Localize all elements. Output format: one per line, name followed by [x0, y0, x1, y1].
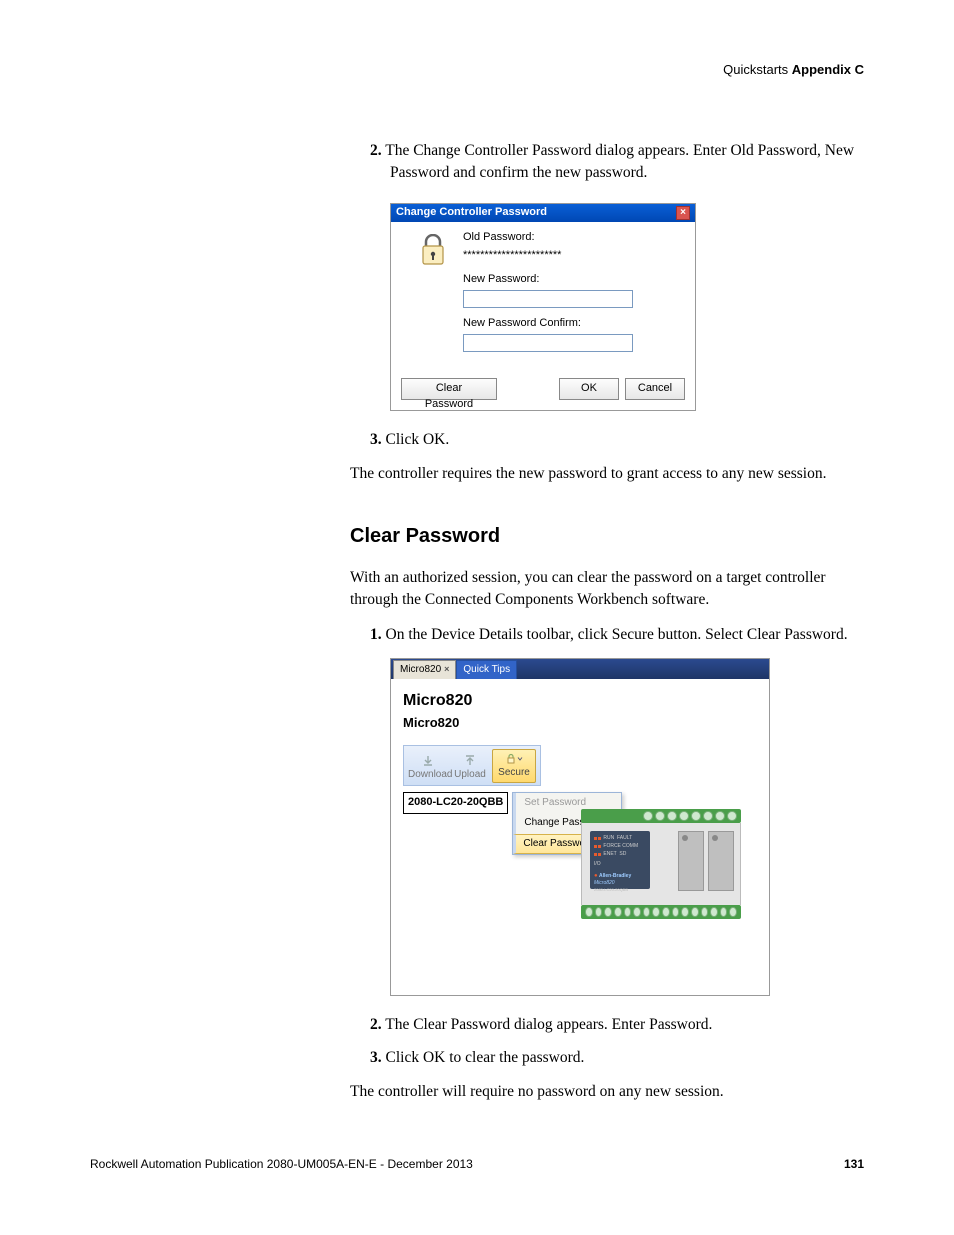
dialog-titlebar: Change Controller Password × — [391, 204, 695, 222]
device-top-terminals — [581, 809, 741, 823]
step-b-1: 1. On the Device Details toolbar, click … — [370, 624, 870, 646]
lock-icon-column — [403, 230, 463, 360]
heading-clear-password: Clear Password — [350, 522, 870, 551]
app-titles: Micro820 Micro820 — [403, 689, 757, 733]
expansion-slot-1 — [678, 831, 704, 891]
tab-label: Micro820 — [400, 663, 441, 678]
old-password-label: Old Password: — [463, 230, 683, 246]
device-subtitle: Micro820 — [403, 714, 757, 733]
step-text: The Change Controller Password dialog ap… — [385, 142, 854, 181]
upload-label: Upload — [454, 769, 486, 780]
step-a-2: 2. The Change Controller Password dialog… — [370, 140, 870, 185]
appendix-name: Appendix C — [792, 62, 864, 77]
secure-label: Secure — [498, 766, 530, 781]
download-icon — [408, 754, 448, 768]
steps-list-b: 1. On the Device Details toolbar, click … — [350, 624, 870, 646]
step-marker: 2. — [370, 142, 382, 159]
main-content: 2. The Change Controller Password dialog… — [350, 140, 870, 1116]
steps-list-b-cont: 2. The Clear Password dialog appears. En… — [350, 1014, 870, 1069]
ok-button[interactable]: OK — [559, 378, 619, 400]
step-text: The Clear Password dialog appears. Enter… — [385, 1016, 712, 1033]
tab-quick-tips[interactable]: Quick Tips — [456, 660, 517, 680]
lock-icon — [418, 234, 448, 270]
page-header: Quickstarts Appendix C — [723, 62, 864, 77]
device-catalog: 2080-LC20-20QBB — [594, 887, 646, 893]
device-title: Micro820 — [403, 689, 757, 712]
tab-micro820[interactable]: Micro820 × — [393, 660, 456, 680]
tab-bar: Micro820 × Quick Tips — [391, 659, 769, 679]
app-body: Micro820 Micro820 Download Upload — [391, 679, 769, 995]
device-model: Micro820 — [594, 880, 646, 887]
section-name: Quickstarts — [723, 62, 788, 77]
page-footer: Rockwell Automation Publication 2080-UM0… — [90, 1157, 864, 1171]
dialog-title: Change Controller Password — [396, 205, 547, 221]
fields-column: Old Password: *********************** Ne… — [463, 230, 683, 360]
paragraph-session-note: The controller requires the new password… — [350, 463, 870, 485]
cancel-button[interactable]: Cancel — [625, 378, 685, 400]
step-text: Click OK to clear the password. — [386, 1049, 585, 1066]
device-body: RUN FAULT FORCE COMM ENET SD I/O ● Allen… — [581, 823, 741, 905]
publication-info: Rockwell Automation Publication 2080-UM0… — [90, 1157, 473, 1171]
device-brand: Allen-Bradley — [599, 873, 631, 879]
steps-list-a: 2. The Change Controller Password dialog… — [350, 140, 870, 185]
close-icon[interactable]: × — [676, 206, 690, 220]
step-text: Click OK. — [386, 431, 450, 448]
new-password-label: New Password: — [463, 272, 683, 288]
steps-list-a-cont: 3. Click OK. — [350, 429, 870, 451]
clear-password-button[interactable]: Clear Password — [401, 378, 497, 400]
step-marker: 3. — [370, 431, 382, 448]
dialog-body: Old Password: *********************** Ne… — [391, 222, 695, 370]
step-a-3: 3. Click OK. — [370, 429, 870, 451]
part-number: 2080-LC20-20QBB — [403, 792, 508, 814]
upload-icon — [452, 754, 488, 768]
step-text: On the Device Details toolbar, click Sec… — [386, 626, 848, 643]
dialog-buttons: Clear Password OK Cancel — [391, 370, 695, 410]
expansion-slot-2 — [708, 831, 734, 891]
page-number: 131 — [844, 1157, 864, 1171]
paragraph-clear-intro: With an authorized session, you can clea… — [350, 567, 870, 612]
change-password-dialog: Change Controller Password × Old Passwor… — [390, 203, 696, 411]
paragraph-final: The controller will require no password … — [350, 1081, 870, 1103]
confirm-password-input[interactable] — [463, 334, 633, 352]
old-password-value: *********************** — [463, 248, 683, 262]
secure-lock-icon — [505, 752, 523, 766]
device-details-screenshot: Micro820 × Quick Tips Micro820 Micro820 … — [390, 658, 770, 996]
step-b-2: 2. The Clear Password dialog appears. En… — [370, 1014, 870, 1036]
download-button[interactable]: Download — [408, 754, 448, 783]
new-password-input[interactable] — [463, 290, 633, 308]
chevron-down-icon — [517, 756, 523, 762]
step-b-3: 3. Click OK to clear the password. — [370, 1047, 870, 1069]
step-marker: 3. — [370, 1049, 382, 1066]
device-front-label: RUN FAULT FORCE COMM ENET SD I/O ● Allen… — [590, 831, 650, 889]
download-label: Download — [408, 769, 452, 780]
secure-button[interactable]: Secure — [492, 749, 536, 783]
close-tab-icon[interactable]: × — [444, 663, 449, 676]
device-bottom-terminals — [581, 905, 741, 919]
upload-button[interactable]: Upload — [452, 754, 488, 783]
step-marker: 1. — [370, 626, 382, 643]
confirm-password-label: New Password Confirm: — [463, 316, 683, 332]
device-graphic: RUN FAULT FORCE COMM ENET SD I/O ● Allen… — [581, 809, 741, 949]
tab-label: Quick Tips — [463, 663, 510, 678]
step-marker: 2. — [370, 1016, 382, 1033]
device-toolbar: Download Upload Se — [403, 745, 541, 786]
